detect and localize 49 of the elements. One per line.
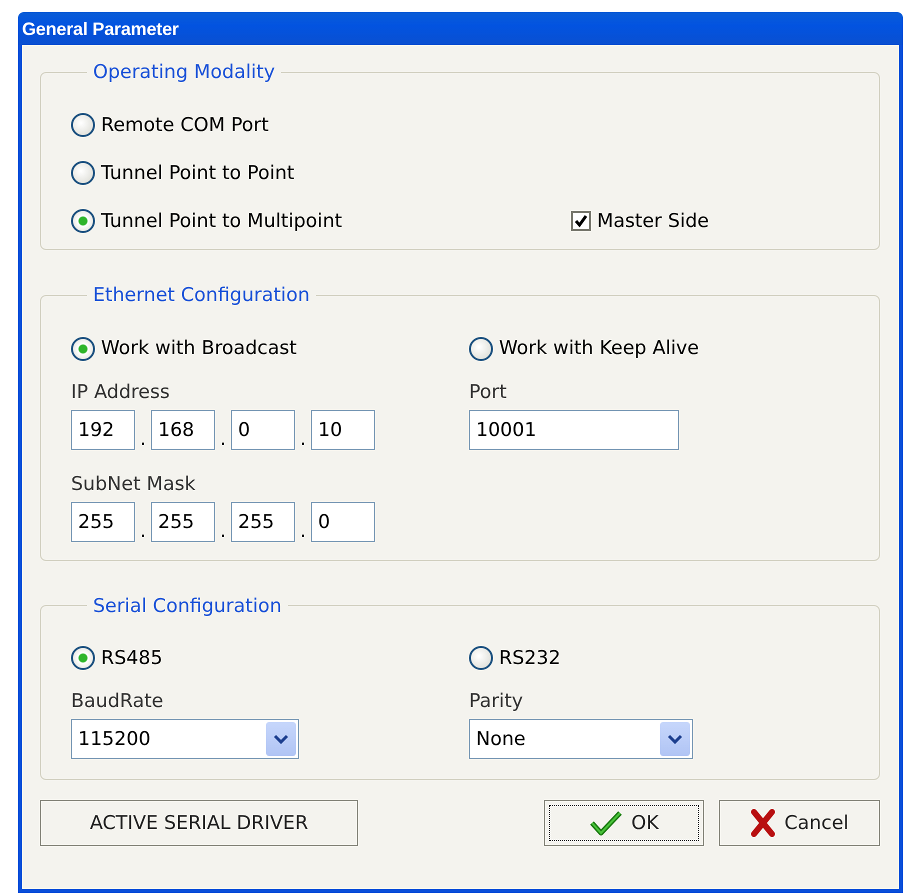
group-title: Serial Configuration [92,594,283,618]
chevron-icon [266,722,296,756]
radio-button[interactable] [71,646,95,670]
option-label[interactable]: RS232 [499,644,561,673]
separator-text: . [298,520,308,542]
field-label: BaudRate [71,689,164,714]
field-label: Parity [469,689,524,714]
dropdown[interactable]: None [469,719,693,760]
action-button[interactable]: ACTIVE SERIAL DRIVER [40,800,358,846]
radio-button[interactable] [71,208,95,233]
checkbox-label[interactable]: Master Side [596,206,709,236]
cancel-button[interactable]: Cancel [719,800,880,846]
window-title: General Parameter [18,12,903,45]
group-title: Ethernet Configuration [92,284,311,307]
chevron-icon [660,722,690,756]
option-label[interactable]: RS485 [101,644,163,673]
cross-icon [750,809,776,838]
dropdown[interactable]: 115200 [71,719,299,760]
input-field[interactable]: 255 [231,502,295,542]
field-label: SubNet Mask [71,472,196,496]
check-icon [589,810,624,836]
radio-button[interactable] [71,160,95,185]
option-label[interactable]: Tunnel Point to Point [101,158,294,188]
radio-button[interactable] [469,646,493,670]
option-label[interactable]: Work with Keep Alive [499,334,699,363]
group-title: Operating Modality [92,61,276,84]
option-label[interactable]: Work with Broadcast [101,334,297,363]
separator-text: . [138,520,148,542]
input-field[interactable]: 10001 [469,410,679,450]
radio-button[interactable] [71,112,95,137]
input-field[interactable]: 192 [71,410,135,450]
separator-text: . [218,520,228,542]
separator-text: . [298,428,308,450]
checkbox[interactable] [570,210,591,231]
radio-button[interactable] [71,336,95,361]
input-field[interactable]: 0 [311,502,375,542]
input-field[interactable]: 10 [311,410,375,450]
input-field[interactable]: 0 [231,410,295,450]
field-label: IP Address [71,380,171,404]
ok-button[interactable]: OK [544,800,704,846]
separator-text: . [138,428,148,450]
input-field[interactable]: 255 [71,502,135,542]
option-label[interactable]: Tunnel Point to Multipoint [101,206,342,236]
input-field[interactable]: 255 [151,502,215,542]
field-label: Port [469,380,508,404]
separator-text: . [218,428,228,450]
radio-button[interactable] [469,336,493,361]
option-label[interactable]: Remote COM Port [101,110,269,140]
input-field[interactable]: 168 [151,410,215,450]
